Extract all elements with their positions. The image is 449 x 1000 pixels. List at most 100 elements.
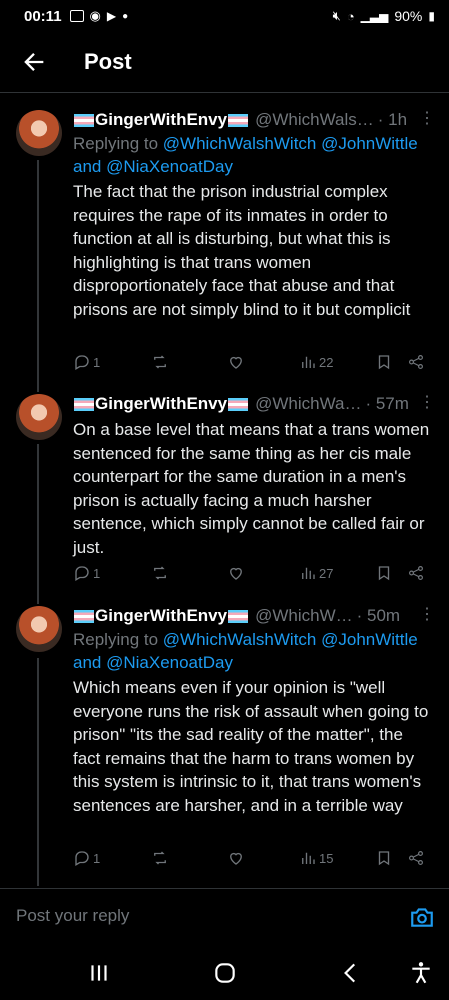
repost-button[interactable] [151,353,169,371]
display-name[interactable]: GingerWithEnvy [95,394,227,414]
like-button[interactable] [227,849,245,867]
heart-icon [230,567,242,580]
share-button[interactable] [407,849,425,867]
like-button[interactable] [227,353,245,371]
accessibility-icon[interactable] [408,960,434,986]
reply-button[interactable]: 1 [73,849,100,867]
signal-icon: ▁▃▅ [360,9,389,23]
tweet-header: GingerWithEnvy @WhichWals… · 1h [73,108,435,132]
views-button[interactable]: 15 [299,849,333,867]
reply-icon [75,355,89,370]
more-options-icon[interactable]: ⋮ [419,392,435,412]
thread-connector [37,444,39,604]
tweet-body: GingerWithEnvy @WhichW… · 50m ⋮ Replying… [73,604,435,817]
avatar[interactable] [16,606,62,652]
page-title: Post [84,49,132,74]
mention-link[interactable]: @WhichWalshWitch [163,134,317,153]
location-icon: ◉ [89,8,101,23]
bookmark-icon [378,355,390,370]
reply-button[interactable]: 1 [73,564,100,582]
thread-connector [37,658,39,886]
bookmark-button[interactable] [375,849,393,867]
tweet-text: Which means even if your opinion is "wel… [73,678,429,815]
reply-count: 1 [93,565,101,581]
mention-link[interactable]: @NiaXenoatDay [106,157,233,176]
thread-connector [37,160,39,392]
youtube-notification-icon: ▶ [106,9,117,23]
bookmark-icon [378,851,390,866]
tweet-header: GingerWithEnvy @WhichWa… · 57m [73,392,435,416]
share-icon [409,851,423,865]
trans-flag-icon [74,609,94,623]
repost-icon [154,355,166,369]
bookmark-button[interactable] [375,353,393,371]
post-time: · 57m [365,394,409,413]
notification-icons: ◉ ▶ ● [69,8,128,24]
status-bar: 00:11 ◉ ▶ ● 🔇︎ ◔ ▁▃▅ 90% ▮ [0,0,449,32]
tweet-actions: 1 22 [73,350,435,374]
trans-flag-icon [228,609,249,623]
repost-button[interactable] [151,564,169,582]
camera-icon[interactable] [409,904,435,930]
heart-icon [230,852,242,865]
views-icon [302,356,315,368]
user-handle[interactable]: @WhichWa… [255,394,361,414]
replying-to: Replying to @WhichWalshWitch @JohnWittle… [73,132,435,178]
repost-icon [154,851,166,865]
mention-link[interactable]: @NiaXenoatDay [106,653,233,672]
repost-button[interactable] [151,849,169,867]
tweet-header: GingerWithEnvy @WhichW… · 50m [73,604,435,628]
back-nav-icon[interactable] [338,960,364,986]
reply-icon [75,851,89,866]
share-button[interactable] [407,353,425,371]
bookmark-button[interactable] [375,564,393,582]
battery-label: 90% [394,8,423,24]
reply-icon [75,566,89,581]
back-arrow-icon[interactable] [20,48,48,76]
header-divider [0,92,449,93]
mention-link[interactable]: @JohnWittle [321,630,418,649]
trans-flag-icon [74,113,94,127]
replying-prefix: Replying to [73,630,163,649]
recent-apps-icon[interactable] [86,960,112,986]
more-options-icon[interactable]: ⋮ [419,108,435,128]
views-button[interactable]: 22 [299,353,333,371]
views-count: 27 [319,565,334,581]
display-name[interactable]: GingerWithEnvy [95,606,227,626]
display-name[interactable]: GingerWithEnvy [95,110,227,130]
reply-composer[interactable]: Post your reply [0,888,449,944]
tweet-actions: 1 27 [73,561,435,585]
trans-flag-icon [228,113,249,127]
views-count: 15 [319,850,334,866]
heart-icon [230,356,242,369]
trans-flag-icon [228,397,249,411]
repost-icon [154,566,166,580]
home-icon[interactable] [212,960,238,986]
share-button[interactable] [407,564,425,582]
mention-link[interactable]: @JohnWittle [321,134,418,153]
reply-input[interactable]: Post your reply [16,906,129,926]
reply-count: 1 [93,850,101,866]
tweet-body: GingerWithEnvy @WhichWals… · 1h ⋮ Replyi… [73,108,435,321]
views-button[interactable]: 27 [299,564,333,582]
mute-icon: 🔇︎ [332,8,341,23]
system-status: 🔇︎ ◔ ▁▃▅ 90% ▮ [333,8,435,24]
reply-count: 1 [93,354,101,370]
user-handle[interactable]: @WhichWals… [255,110,374,130]
trans-flag-icon [74,397,94,411]
tweet-body: GingerWithEnvy @WhichWa… · 57m ⋮ On a ba… [73,392,435,559]
replying-and: and [73,653,107,672]
user-handle[interactable]: @WhichW… [255,606,353,626]
more-options-icon[interactable]: ⋮ [419,604,435,624]
views-icon [302,567,315,579]
like-button[interactable] [227,564,245,582]
replying-and: and [73,157,107,176]
tweet-text: On a base level that means that a trans … [73,420,430,557]
avatar[interactable] [16,394,62,440]
views-icon [302,852,315,864]
post-time: · 1h [377,110,408,129]
bookmark-icon [378,566,390,581]
reply-button[interactable]: 1 [73,353,100,371]
mention-link[interactable]: @WhichWalshWitch [163,630,317,649]
avatar[interactable] [16,110,62,156]
